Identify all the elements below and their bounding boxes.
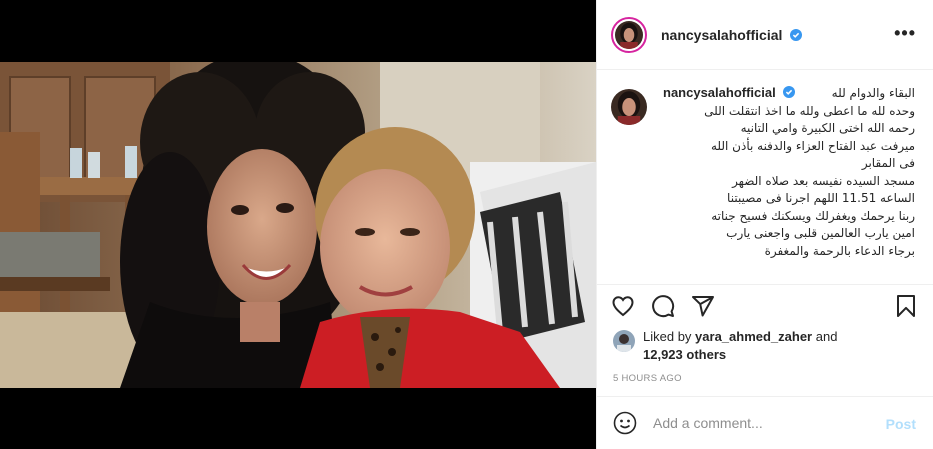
caption-line: مسجد السيده نفيسه بعد صلاه الضهر (732, 173, 915, 188)
likes-text: Liked by yara_ahmed_zaher and 12,923 oth… (643, 328, 837, 364)
caption: nancysalahofficial البقاء والدوام لله وح… (597, 84, 933, 284)
divider (597, 284, 933, 285)
action-bar (611, 294, 921, 320)
caption-line: البقاء والدوام لله (831, 86, 915, 100)
header-username-text[interactable]: nancysalahofficial (661, 27, 782, 43)
more-options-icon[interactable]: ••• (894, 24, 916, 42)
liker-avatar-image (613, 330, 635, 352)
caption-line: الساعه 11.51 اللهم اجرنا فى مصيبتنا (727, 191, 915, 205)
comment-bubble-icon[interactable] (651, 294, 675, 318)
caption-line: ميرفت عبد الفتاح العزاء والدفنه بأذن الل… (710, 138, 915, 153)
verified-badge-icon (783, 86, 796, 98)
likes-and: and (815, 329, 838, 344)
caption-line: برجاء الدعاء بالرحمة والمغفرة (764, 243, 915, 258)
caption-username-text[interactable]: nancysalahofficial (663, 85, 776, 100)
likes-prefix: Liked by (643, 329, 692, 344)
caption-username[interactable]: nancysalahofficial (663, 84, 796, 102)
post-media[interactable] (0, 0, 596, 449)
share-icon-graphic (692, 296, 714, 317)
verified-badge-icon (790, 28, 803, 41)
liker-avatar[interactable] (613, 330, 635, 352)
caption-body: nancysalahofficial البقاء والدوام لله وح… (663, 84, 915, 260)
heart-icon[interactable] (611, 294, 635, 318)
photo-image (0, 62, 596, 388)
bookmark-icon-graphic (897, 295, 915, 317)
likes-count[interactable]: 12,923 others (643, 347, 726, 362)
header-username[interactable]: nancysalahofficial (661, 27, 803, 43)
post-comment-button[interactable]: Post (886, 416, 916, 432)
emoji-icon-graphic (613, 411, 637, 435)
post-photo[interactable] (0, 62, 596, 388)
post-sidebar: nancysalahofficial ••• nancysalahofficia… (596, 0, 933, 449)
bookmark-icon[interactable] (894, 294, 918, 318)
avatar-image (611, 89, 647, 125)
post-header: nancysalahofficial ••• (597, 0, 933, 70)
comment-box: Post (597, 396, 933, 449)
post-timestamp[interactable]: 5 HOURS AGO (613, 373, 682, 384)
comment-icon-graphic (652, 295, 675, 318)
avatar-image (615, 20, 643, 49)
paper-plane-icon[interactable] (691, 294, 715, 318)
caption-line: فى المقابر (861, 156, 915, 170)
liker-username[interactable]: yara_ahmed_zaher (695, 329, 812, 344)
caption-line: ربنا يرحمك ويغفرلك ويسكنك فسيح جناته (711, 208, 915, 223)
emoji-smiley-icon[interactable] (613, 411, 637, 435)
caption-line: امين يارب العالمين قلبى واجعنى يارب (726, 226, 915, 240)
caption-line: وحده لله ما اعطى ولله ما اخذ انتقلت اللى (704, 103, 915, 118)
profile-avatar[interactable] (611, 16, 647, 53)
likes-summary: Liked by yara_ahmed_zaher and 12,923 oth… (613, 328, 837, 364)
heart-icon-graphic (612, 296, 634, 317)
caption-avatar[interactable] (611, 89, 647, 125)
comment-input[interactable] (653, 415, 863, 431)
caption-line: رحمه الله اختى الكبيرة وامي التانيه (740, 121, 915, 135)
